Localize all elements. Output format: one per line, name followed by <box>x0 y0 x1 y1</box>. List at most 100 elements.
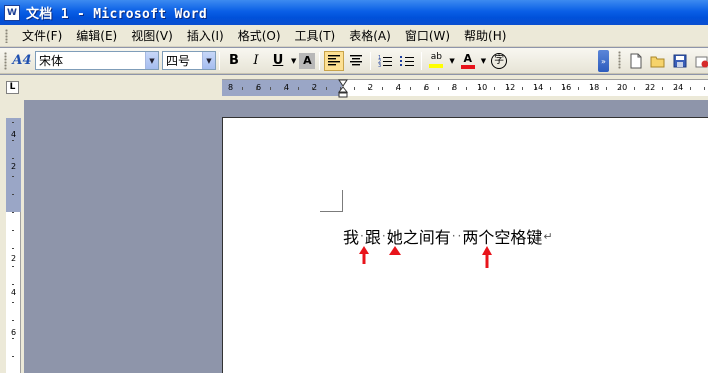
permission-button[interactable] <box>692 51 708 71</box>
space-marker: · <box>360 229 364 243</box>
ruler-tick-label: 12 <box>505 83 516 92</box>
tab-selector[interactable]: L <box>6 81 19 94</box>
vertical-ruler-tick-mark <box>12 122 14 123</box>
highlight-button[interactable]: ab <box>426 51 446 71</box>
highlight-dropdown-icon[interactable]: ▼ <box>449 57 454 65</box>
document-text: 我 <box>343 228 360 247</box>
menu-view[interactable]: 视图(V) <box>124 26 180 46</box>
vertical-ruler-tick-mark <box>12 194 14 195</box>
menu-edit[interactable]: 编辑(E) <box>69 26 124 46</box>
font-name-value: 宋体 <box>39 54 64 68</box>
toolbar-grip[interactable] <box>4 51 7 70</box>
toolbar-separator <box>219 51 220 70</box>
styles-formatting-button[interactable]: A4 <box>12 51 32 71</box>
save-disk-icon <box>673 54 687 68</box>
new-document-button[interactable] <box>626 51 646 71</box>
vertical-ruler-tick-mark <box>12 230 14 231</box>
font-color-swatch <box>460 64 475 69</box>
space-marker: · <box>457 229 462 243</box>
vertical-ruler-tick-mark <box>12 338 14 339</box>
align-center-button[interactable] <box>346 51 366 71</box>
ruler-tick-mark <box>298 87 299 90</box>
underline-button[interactable]: U <box>268 51 288 71</box>
horizontal-ruler[interactable]: 8 6 4 2 2 4 6 8 10 12 14 16 18 20 22 24 <box>222 79 708 96</box>
align-left-button[interactable] <box>324 50 345 71</box>
highlight-color-swatch <box>429 64 444 68</box>
ruler-tick-label: 10 <box>477 83 488 92</box>
font-color-dropdown-icon[interactable]: ▼ <box>481 57 486 65</box>
vertical-ruler-tick-mark <box>12 266 14 267</box>
character-shading-button[interactable]: A <box>299 52 316 69</box>
vertical-ruler-tick-mark <box>12 302 14 303</box>
save-button[interactable] <box>670 51 690 71</box>
left-margin-region <box>222 80 342 96</box>
standard-toolbar-grip[interactable] <box>618 51 621 69</box>
bullets-button[interactable] <box>397 51 417 71</box>
bold-button[interactable]: B <box>224 51 244 71</box>
paragraph-mark: ↵ <box>543 229 553 243</box>
ruler-tick-mark <box>578 87 579 90</box>
word-app-icon[interactable]: W <box>4 4 20 21</box>
menu-window[interactable]: 窗口(W) <box>398 26 457 46</box>
ruler-tick-mark <box>410 87 411 90</box>
ruler-tick-mark <box>508 87 509 90</box>
font-size-combo[interactable]: 四号 ▼ <box>162 51 216 70</box>
title-bar: W 文档 1 - Microsoft Word <box>0 0 708 25</box>
ruler-tick-mark <box>550 87 551 90</box>
standard-toolbar <box>614 51 708 71</box>
vertical-ruler-tick-mark <box>12 158 14 159</box>
ruler-tick-mark <box>270 87 271 90</box>
ruler-tick-mark <box>676 87 677 90</box>
numbered-list-icon: 123 <box>378 55 393 67</box>
menu-table[interactable]: 表格(A) <box>342 26 398 46</box>
document-paragraph[interactable]: 我 · 跟 · 她之间有 · · 两个空格键 ↵ <box>343 225 553 247</box>
ruler-tick-mark <box>536 87 537 90</box>
annotation-arrow-up-icon <box>359 246 369 264</box>
ruler-tick-mark <box>466 87 467 90</box>
menu-bar: 文件(F) 编辑(E) 视图(V) 插入(I) 格式(O) 工具(T) 表格(A… <box>0 25 708 47</box>
ruler-tick-mark <box>592 87 593 90</box>
font-name-combo[interactable]: 宋体 ▼ <box>35 51 159 70</box>
font-color-button[interactable]: A <box>458 51 478 71</box>
menu-help[interactable]: 帮助(H) <box>457 26 513 46</box>
vertical-ruler[interactable]: 4 2 2 4 6 <box>6 118 21 373</box>
text-boundary-corner <box>342 190 343 212</box>
open-button[interactable] <box>648 51 668 71</box>
ruler-tick-mark <box>522 87 523 90</box>
menu-format[interactable]: 格式(O) <box>231 26 288 46</box>
font-size-dropdown-icon[interactable]: ▼ <box>202 52 215 69</box>
vertical-ruler-tick-mark <box>12 356 14 357</box>
ruler-tick-label: 14 <box>533 83 544 92</box>
space-marker: · <box>381 229 386 243</box>
font-size-value: 四号 <box>166 54 191 68</box>
ruler-tick-mark <box>480 87 481 90</box>
vertical-ruler-tick-label: 6 <box>10 328 17 337</box>
ruler-tick-mark <box>648 87 649 90</box>
font-color-label: A <box>463 51 473 65</box>
menu-insert[interactable]: 插入(I) <box>180 26 231 46</box>
vertical-ruler-tick-mark <box>12 320 14 321</box>
highlight-label: ab <box>430 52 442 62</box>
align-center-icon <box>350 55 363 66</box>
indent-marker-icon[interactable] <box>338 77 348 101</box>
underline-dropdown-icon[interactable]: ▼ <box>291 57 296 65</box>
ruler-tick-mark <box>704 87 705 90</box>
phonetic-guide-button[interactable]: 字 <box>489 51 509 71</box>
ruler-tick-mark <box>634 87 635 90</box>
menubar-grip[interactable] <box>5 28 8 43</box>
ruler-tick-mark <box>564 87 565 90</box>
font-name-dropdown-icon[interactable]: ▼ <box>145 52 158 69</box>
numbering-button[interactable]: 123 <box>375 51 395 71</box>
vertical-ruler-tick-mark <box>12 248 14 249</box>
vertical-ruler-tick-mark <box>12 212 14 213</box>
menu-file[interactable]: 文件(F) <box>15 26 69 46</box>
italic-button[interactable]: I <box>246 51 266 71</box>
permission-icon <box>695 56 708 68</box>
toolbar-options-button[interactable]: » <box>598 50 609 72</box>
ruler-tick-label: 20 <box>617 83 628 92</box>
open-folder-icon <box>650 56 665 68</box>
document-text: 两个空格键 <box>462 228 543 247</box>
text-boundary-corner <box>320 211 343 212</box>
ruler-tick-mark <box>368 87 369 90</box>
menu-tools[interactable]: 工具(T) <box>288 26 343 46</box>
